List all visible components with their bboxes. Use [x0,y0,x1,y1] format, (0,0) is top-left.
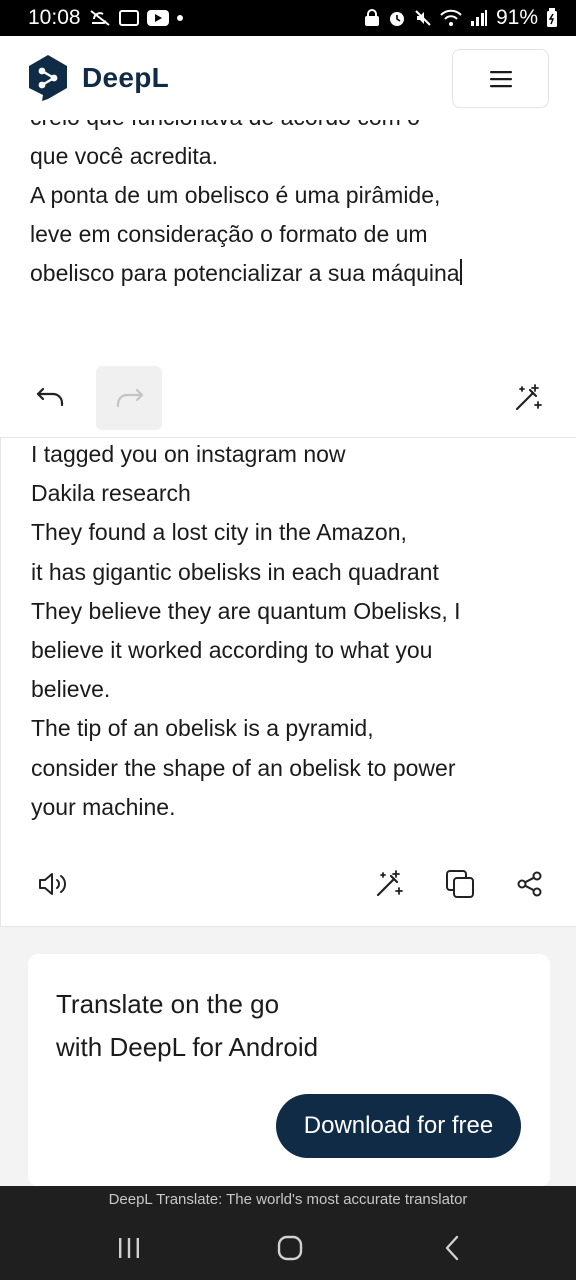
recent-apps-icon [119,1238,139,1258]
home-icon [277,1235,303,1261]
undo-icon [36,387,64,407]
battery-percent: 91% [495,6,538,29]
clock: 10:08 [28,6,81,29]
share-button[interactable] [508,862,552,906]
share-icon [517,871,542,897]
do-not-disturb-icon [89,10,110,26]
android-promo-card: Translate on the go with DeepL for Andro… [28,954,550,1186]
signal-icon [470,10,487,26]
dot-icon [176,15,183,21]
copy-button[interactable] [438,862,482,906]
system-navigation-bar [0,1212,576,1280]
target-text-panel: I tagged you on instagram now Dakila res… [0,438,576,926]
text-caret [459,259,462,285]
back-icon [445,1235,459,1261]
source-text: creio que funcionava de acordo com o que… [30,120,460,286]
youtube-icon [146,10,169,26]
promo-title: Translate on the go with DeepL for Andro… [56,989,319,1062]
deepl-logo-icon [29,55,67,101]
promo-section: Translate on the go with DeepL for Andro… [0,926,576,1186]
home-button[interactable] [270,1232,310,1264]
menu-button[interactable] [452,49,549,108]
brand-name: DeepL [82,62,170,93]
target-toolbar [1,862,576,906]
hamburger-icon [489,70,512,87]
back-button[interactable] [432,1232,472,1264]
status-left: 10:08 [28,6,183,30]
deepl-logo[interactable]: DeepL [28,54,169,102]
redo-icon [116,388,144,408]
gallery-icon [118,10,139,26]
source-textarea[interactable]: creio que funcionava de acordo com o que… [30,120,550,293]
recent-apps-button[interactable] [109,1232,149,1264]
battery-icon [547,8,557,27]
download-button[interactable]: Download for free [276,1094,521,1158]
status-right: 91% [364,6,558,30]
improve-writing-icon [515,384,542,411]
page-title-bar: DeepL Translate: The world's most accura… [0,1186,576,1212]
status-bar: 10:08 91% [0,0,576,36]
improve-writing-button-target[interactable] [367,862,411,906]
mute-icon [415,10,431,26]
undo-button[interactable] [22,368,80,426]
improve-writing-button-source[interactable] [506,376,550,420]
page-tagline: DeepL Translate: The world's most accura… [108,1190,468,1208]
translated-text: I tagged you on instagram now Dakila res… [31,441,461,820]
app-header: DeepL [0,36,576,120]
speaker-icon [39,873,66,895]
listen-button[interactable] [31,862,75,906]
copy-icon [446,870,474,898]
redo-button[interactable] [96,366,162,430]
wifi-icon [440,9,462,26]
alarm-icon [389,12,404,26]
lock-icon [364,9,379,26]
source-text-panel[interactable]: creio que funcionava de acordo com o que… [0,120,576,438]
improve-writing-icon [376,870,403,897]
